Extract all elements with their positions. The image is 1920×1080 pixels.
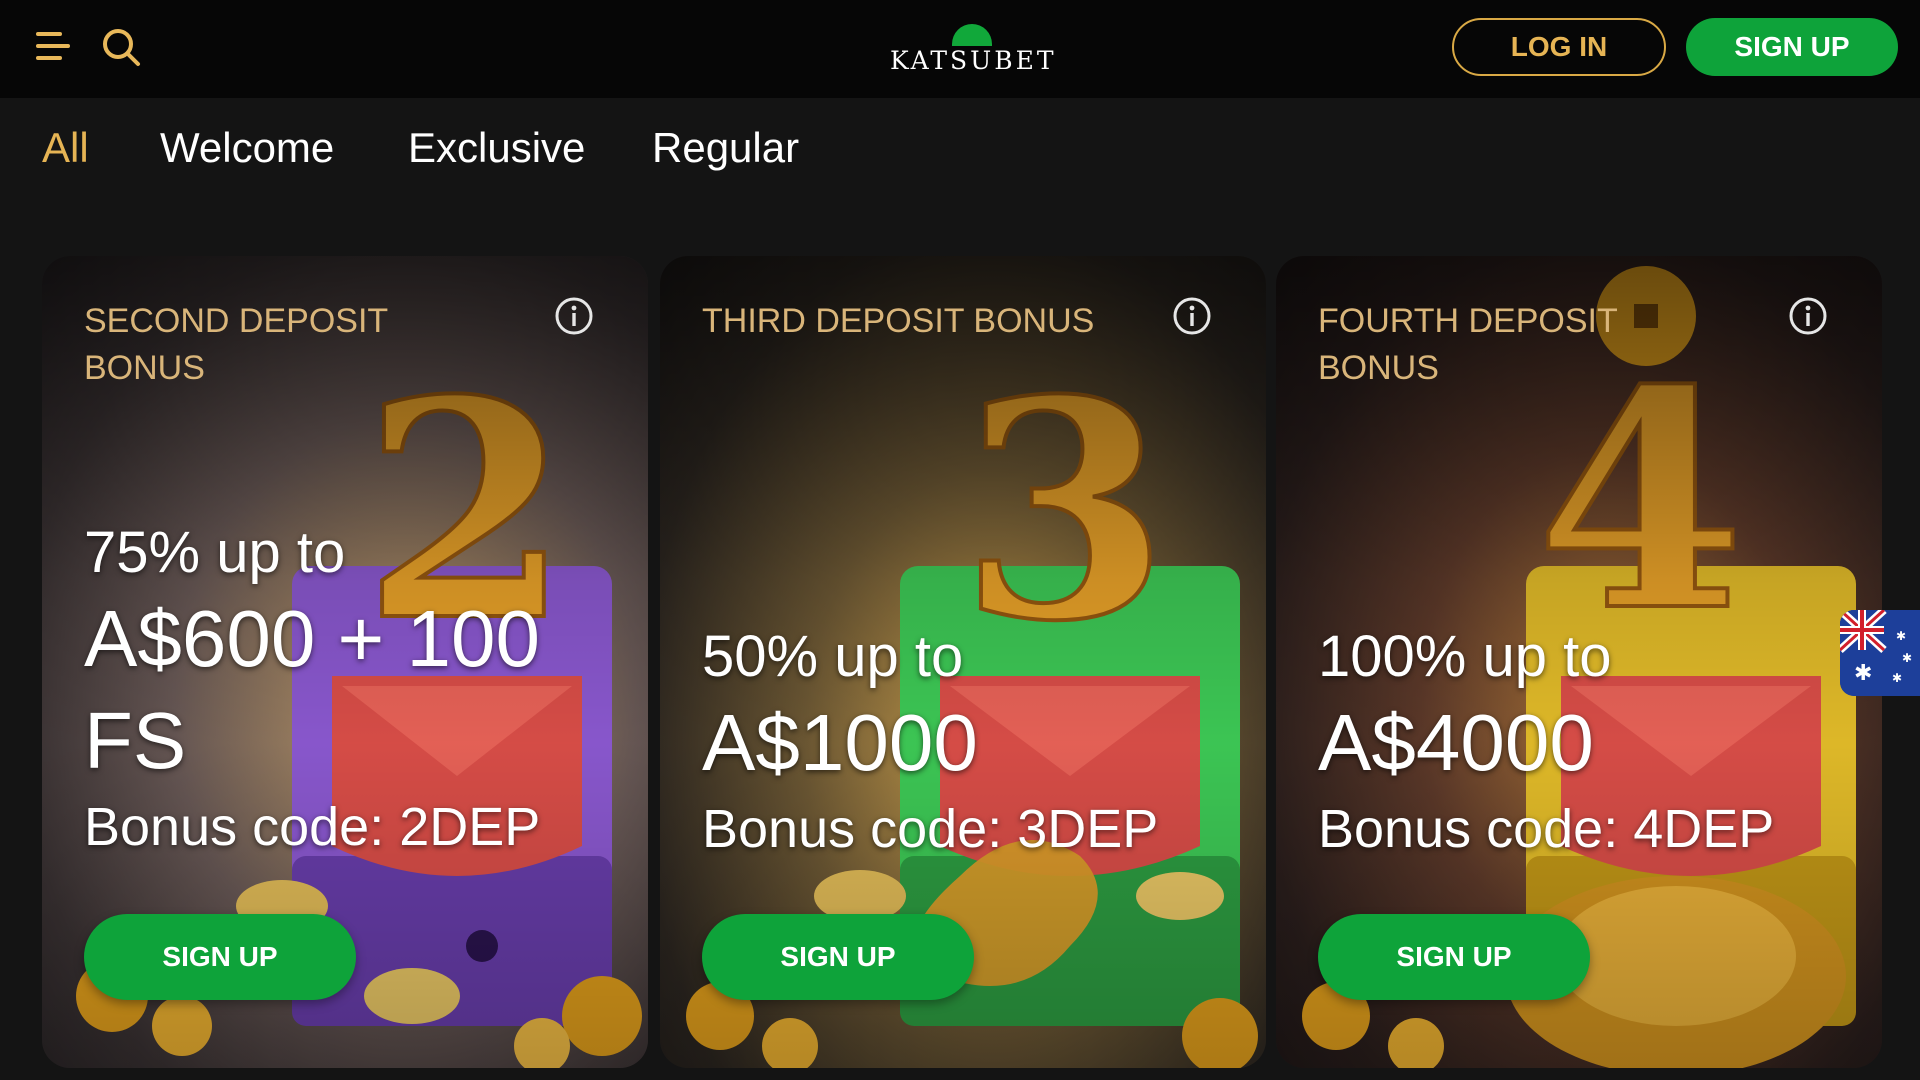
login-button[interactable]: LOG IN	[1452, 18, 1666, 76]
language-selector[interactable]: ✱ ✱ ✱ ✱	[1840, 610, 1920, 696]
card-kicker: SECOND DEPOSIT BONUS	[84, 302, 388, 387]
card-kicker: FOURTH DEPOSIT BONUS	[1318, 302, 1618, 387]
australia-flag-icon: ✱ ✱ ✱ ✱	[1840, 610, 1920, 696]
offer-percentage: 75% up to	[84, 520, 346, 585]
offer-amount: A$600 + 100	[84, 594, 540, 683]
svg-text:✱: ✱	[1902, 651, 1912, 665]
card-signup-button[interactable]: SIGN UP	[84, 914, 356, 1000]
card-signup-button[interactable]: SIGN UP	[1318, 914, 1590, 1000]
bonus-card-fourth-deposit: 4 FOURTH DEPOSIT BONUS 100% up to A$4000…	[1276, 256, 1882, 1068]
offer-percentage: 50% up to	[702, 624, 964, 689]
svg-text:✱: ✱	[1896, 629, 1906, 643]
bonus-code: Bonus code: 3DEP	[702, 799, 1159, 859]
info-icon[interactable]	[1172, 296, 1212, 336]
card-signup-button[interactable]: SIGN UP	[702, 914, 974, 1000]
tab-exclusive[interactable]: Exclusive	[408, 124, 585, 172]
bonus-code: Bonus code: 4DEP	[1318, 799, 1775, 859]
offer-percentage: 100% up to	[1318, 624, 1612, 689]
svg-text:✱: ✱	[1854, 661, 1872, 686]
tab-all[interactable]: All	[42, 124, 89, 172]
tab-regular[interactable]: Regular	[652, 124, 799, 172]
info-icon[interactable]	[554, 296, 594, 336]
logo-dome-icon	[952, 24, 992, 46]
logo-wordmark: KATSUBET	[890, 46, 1057, 75]
bonus-card-third-deposit: 3 THIRD DEPOSIT BONUS 50% up to A$1000 B…	[660, 256, 1266, 1068]
offer-amount: A$1000	[702, 698, 978, 787]
tab-welcome[interactable]: Welcome	[160, 124, 334, 172]
offer-text: 75% up to A$600 + 100 FS Bonus code: 2DE…	[84, 518, 604, 860]
site-header: KATSUBET LOG IN SIGN UP	[0, 0, 1920, 98]
bonus-code: Bonus code: 2DEP	[84, 797, 541, 857]
info-icon[interactable]	[1788, 296, 1828, 336]
bonus-card-second-deposit: 2 SECOND DEPOSIT BONUS 75% up to A$600 +…	[42, 256, 648, 1068]
card-kicker: THIRD DEPOSIT BONUS	[702, 302, 1095, 340]
svg-text:✱: ✱	[1892, 671, 1902, 685]
signup-button[interactable]: SIGN UP	[1686, 18, 1898, 76]
offer-freespins: FS	[84, 696, 187, 785]
search-icon[interactable]	[100, 26, 142, 68]
offer-text: 100% up to A$4000 Bonus code: 4DEP	[1318, 622, 1838, 862]
offer-text: 50% up to A$1000 Bonus code: 3DEP	[702, 622, 1222, 862]
menu-icon[interactable]	[36, 30, 70, 62]
katsubet-logo[interactable]: KATSUBET	[890, 22, 1057, 78]
offer-amount: A$4000	[1318, 698, 1594, 787]
